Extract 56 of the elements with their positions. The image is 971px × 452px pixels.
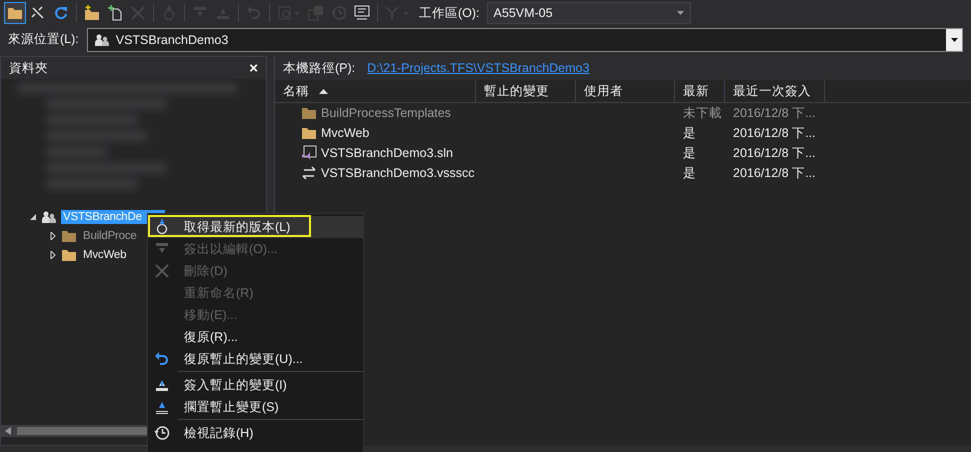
table-cell: 是 bbox=[683, 164, 696, 182]
menu-item[interactable]: 擱置暫止變更(S) bbox=[148, 396, 363, 418]
folder-icon bbox=[61, 228, 77, 242]
table-cell: 2016/12/8 下... bbox=[733, 124, 816, 142]
collapsed-arrow-icon[interactable] bbox=[49, 250, 57, 258]
refresh-icon bbox=[53, 5, 69, 21]
scroll-left-icon bbox=[5, 427, 11, 435]
column-header[interactable]: 暫止的變更 bbox=[476, 80, 576, 102]
table-cell: BuildProcessTemplates bbox=[321, 106, 451, 120]
close-button[interactable]: × bbox=[249, 60, 258, 76]
add-file-icon bbox=[107, 5, 123, 21]
tree-item[interactable]: BuildProce bbox=[81, 228, 139, 242]
source-location-label: 來源位置(L): bbox=[8, 31, 79, 48]
table-cell: VSTSBranchDemo3.vssscc bbox=[321, 166, 475, 180]
menu-item[interactable]: 復原暫止的變更(U)... bbox=[148, 348, 363, 370]
column-header[interactable]: 最新 bbox=[675, 80, 725, 102]
tree-item[interactable]: MvcWeb bbox=[81, 248, 128, 262]
workspace-label: 工作區(O): bbox=[419, 4, 480, 22]
menu-item[interactable]: 復原(R)... bbox=[148, 326, 363, 348]
workspace-dropdown[interactable]: A55VM-05 bbox=[486, 2, 691, 24]
table-cell: VSTSBranchDemo3.sln bbox=[321, 146, 454, 160]
team-icon bbox=[94, 32, 110, 46]
folder-icon bbox=[7, 6, 23, 20]
table-cell: 未下載 bbox=[683, 104, 722, 122]
history-icon bbox=[154, 425, 170, 441]
menu-item[interactable]: 取得最新的版本(L) bbox=[148, 216, 363, 238]
column-header[interactable]: 最近一次簽入 bbox=[725, 80, 825, 102]
new-folder-icon bbox=[84, 5, 100, 21]
solution-file-icon bbox=[301, 145, 317, 161]
table-cell: 是 bbox=[683, 144, 696, 162]
source-location-dropdown[interactable]: VSTSBranchDemo3 bbox=[86, 28, 963, 52]
workspace-icon bbox=[354, 5, 370, 21]
sort-arrow-icon bbox=[319, 88, 328, 94]
folder-icon bbox=[301, 126, 317, 140]
column-header[interactable]: 使用者 bbox=[576, 80, 675, 102]
folder-icon bbox=[301, 106, 317, 120]
caret-icon bbox=[676, 11, 684, 15]
table-cell: 2016/12/8 下... bbox=[733, 164, 816, 182]
table-cell: 是 bbox=[683, 124, 696, 142]
panel-title: 資料夾 bbox=[9, 60, 48, 76]
delete-icon bbox=[154, 263, 170, 279]
stopwatch-icon bbox=[154, 219, 170, 235]
column-header[interactable]: 名稱 bbox=[275, 80, 476, 102]
swap-arrows-icon bbox=[301, 165, 317, 181]
table-cell: MvcWeb bbox=[321, 126, 370, 140]
table-cell: 2016/12/8 下... bbox=[733, 144, 816, 162]
caret-icon bbox=[950, 38, 958, 42]
local-path-link[interactable]: D:\21-Projects.TFS\VSTSBranchDemo3 bbox=[367, 61, 590, 75]
expanded-arrow-icon[interactable] bbox=[29, 212, 37, 220]
toolbar-button[interactable] bbox=[4, 2, 26, 24]
undo-icon bbox=[154, 351, 170, 367]
table-cell: 2016/12/8 下... bbox=[733, 104, 816, 122]
team-icon bbox=[41, 210, 57, 224]
local-path-label: 本機路徑(P): bbox=[283, 60, 356, 76]
folder-icon bbox=[61, 248, 77, 262]
collapsed-arrow-icon[interactable] bbox=[49, 232, 57, 240]
